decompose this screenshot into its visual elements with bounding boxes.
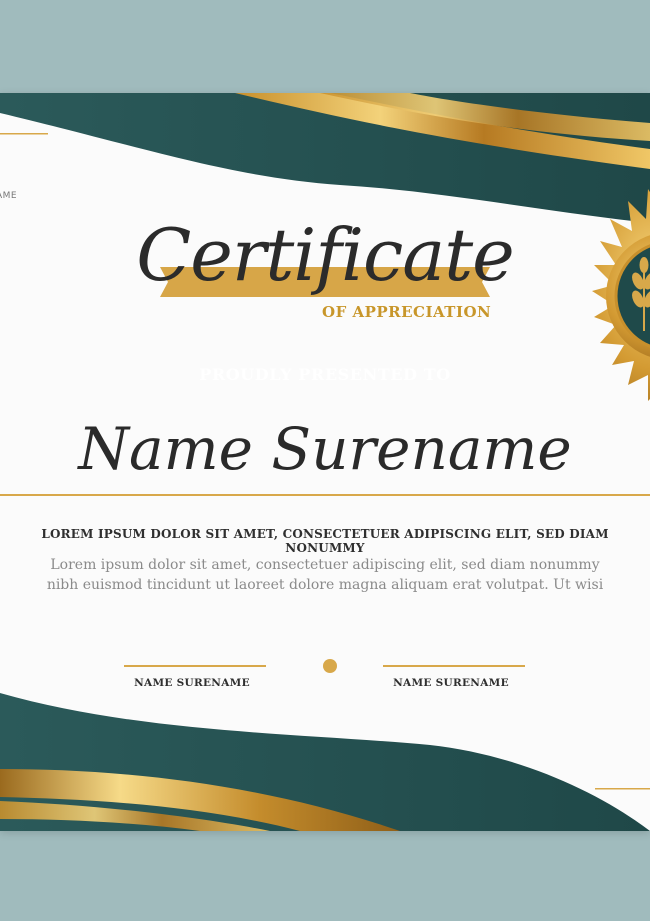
body-heading: LOREM IPSUM DOLOR SIT AMET, CONSECTETUER…	[41, 527, 609, 555]
certificate-subtitle: OF APPRECIATION	[322, 303, 492, 321]
recipient-name: Name Surename	[78, 415, 572, 483]
name-divider	[0, 494, 650, 496]
top-left-rule	[0, 133, 48, 135]
body-text: Lorem ipsum dolor sit amet, consectetuer…	[0, 555, 650, 595]
signature-line-right	[383, 665, 525, 667]
body-line-2: nibh euismod tincidunt ut laoreet dolore…	[46, 577, 604, 593]
signature-line-left	[124, 665, 266, 667]
signature-name-left: NAME SURENAME	[134, 677, 250, 689]
bottom-right-rule	[595, 788, 650, 790]
body-line-1: Lorem ipsum dolor sit amet, consectetuer…	[50, 557, 600, 573]
presented-to-banner: PROUDLY PRESENTED TO	[199, 365, 451, 384]
signature-name-right: NAME SURENAME	[393, 677, 509, 689]
certificate-title: Certificate	[136, 213, 515, 297]
certificate: AME Certificate OF APPRECIATION PROUDLY …	[0, 93, 650, 831]
center-dot	[323, 659, 337, 673]
cut-off-label: AME	[0, 191, 18, 201]
